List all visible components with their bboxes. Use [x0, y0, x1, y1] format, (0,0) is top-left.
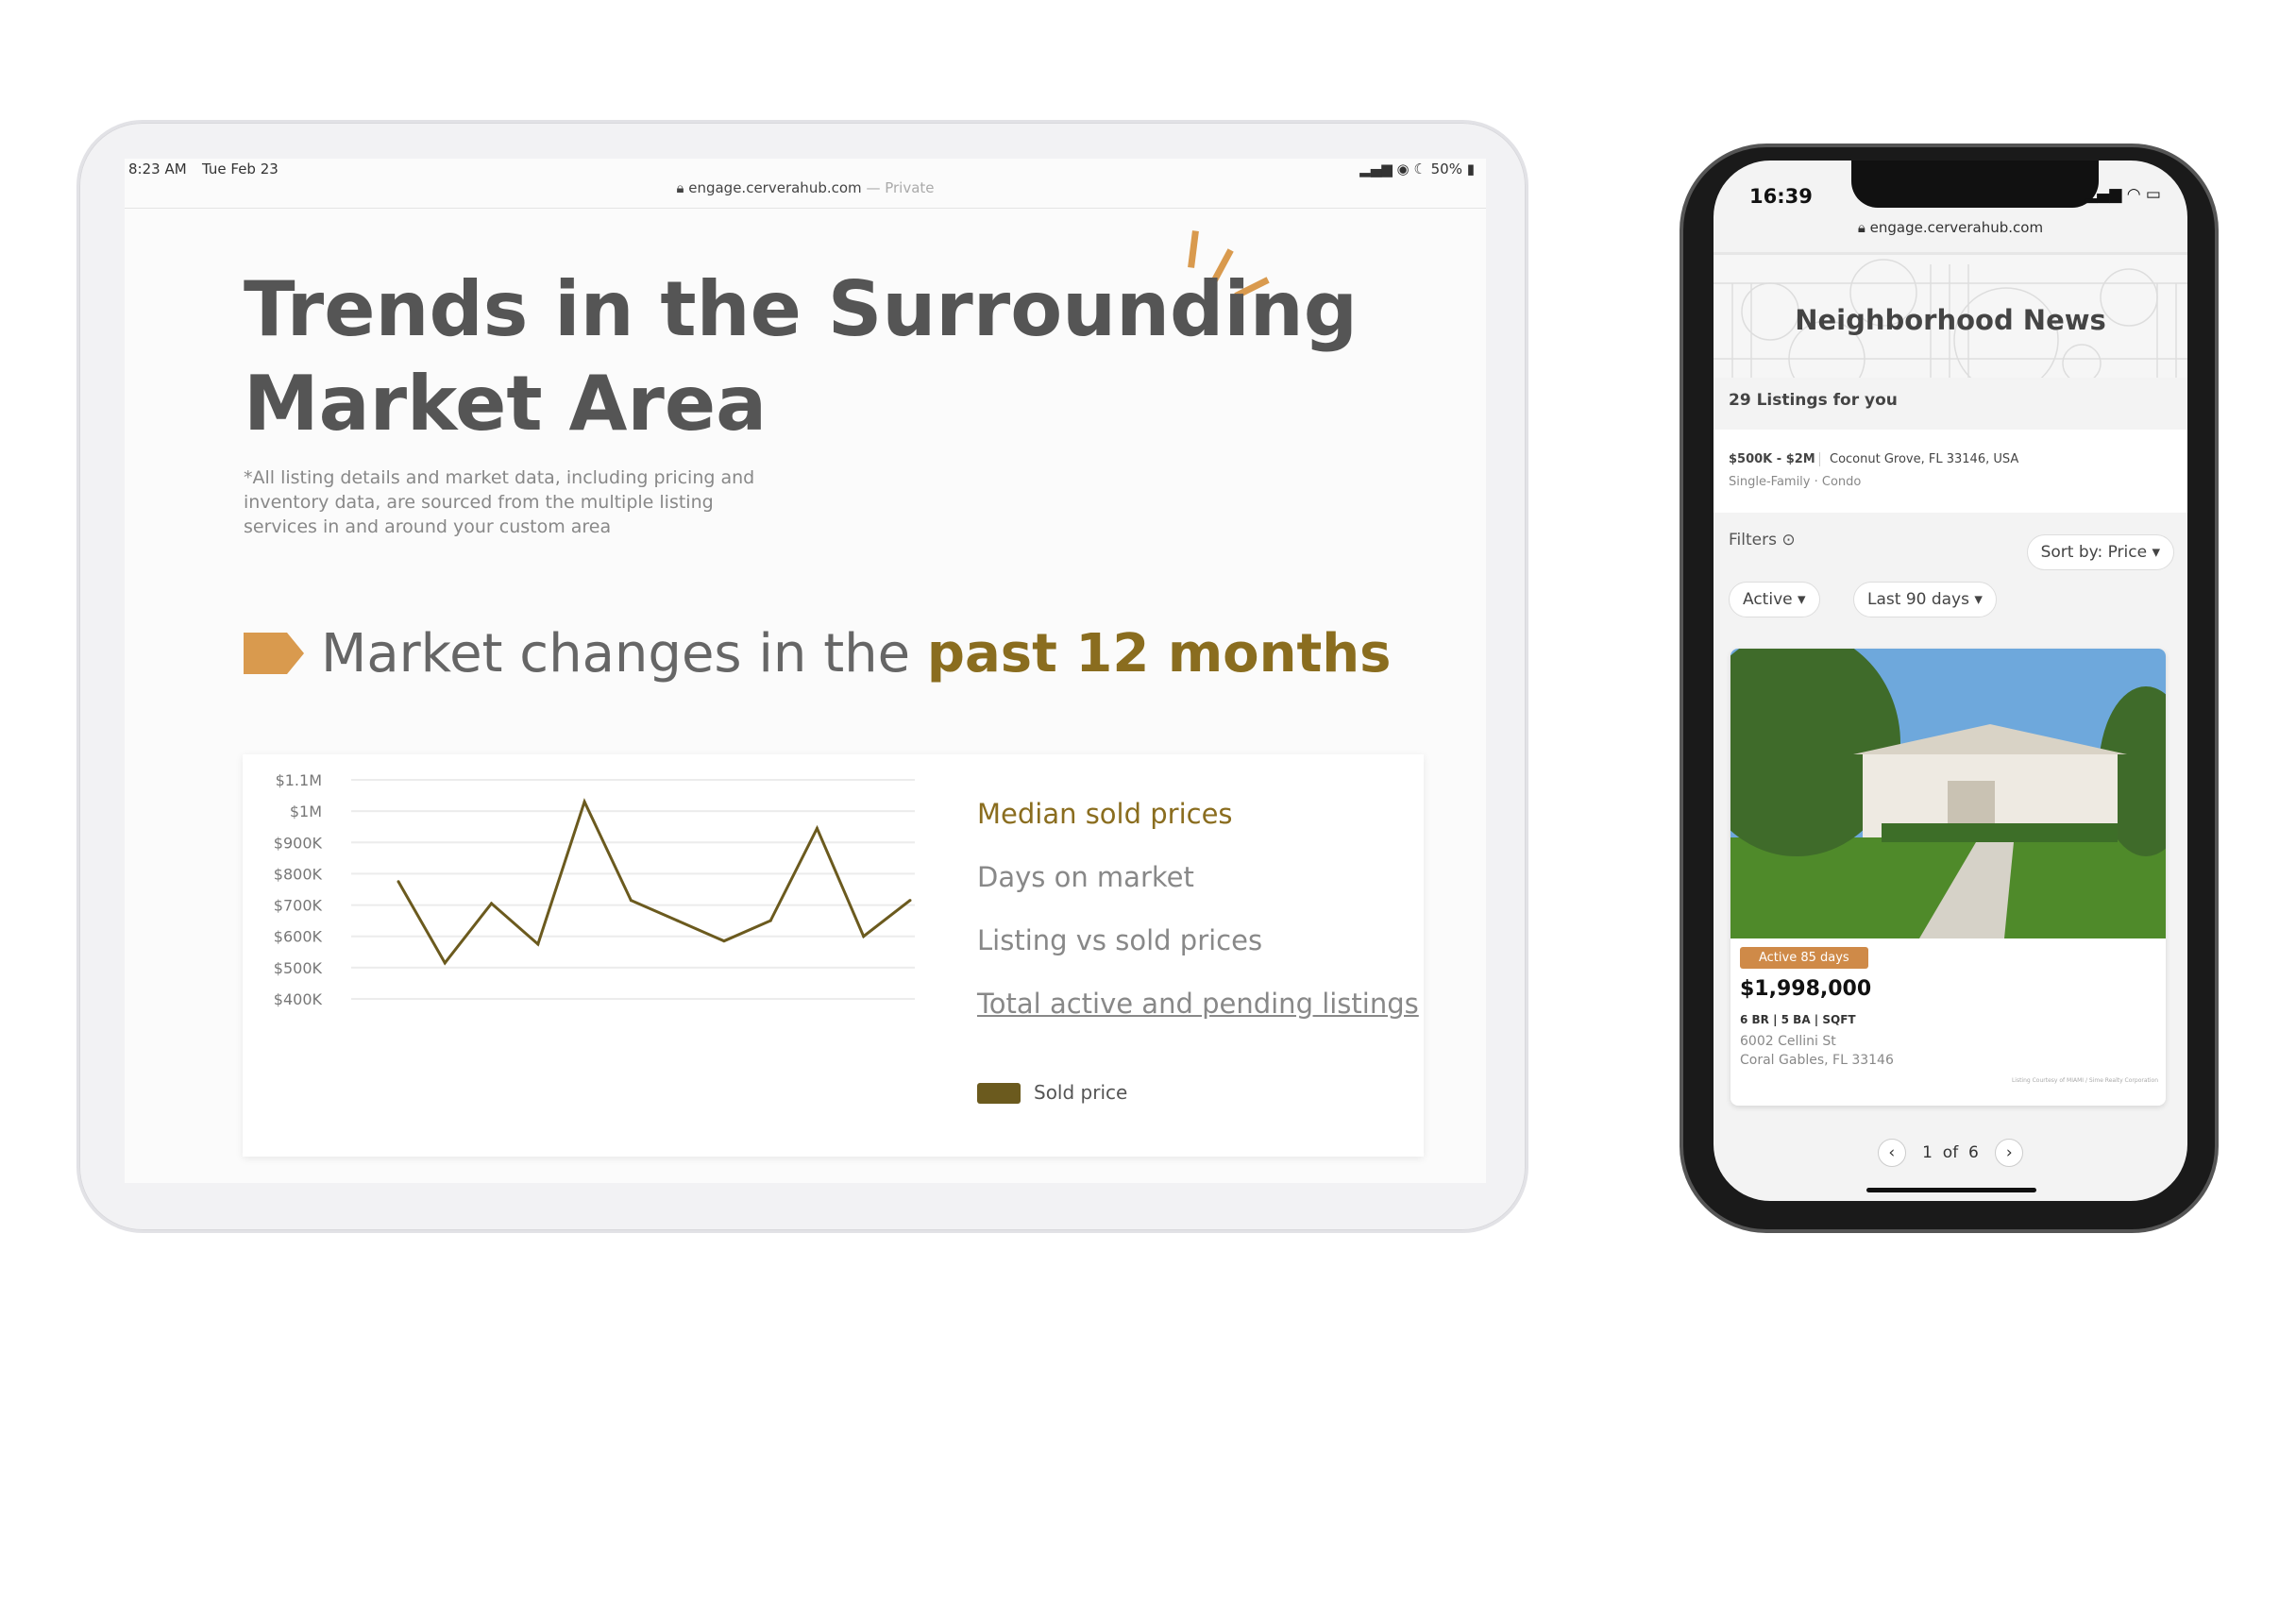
sold-price-line: [397, 798, 911, 966]
y-tick-label: $700K: [274, 897, 323, 915]
tag-icon: [244, 633, 304, 674]
legend-swatch: [977, 1083, 1021, 1104]
metric-median-sold-prices[interactable]: Median sold prices: [977, 798, 1233, 830]
y-tick-label: $500K: [274, 959, 323, 977]
data-point: [582, 800, 586, 803]
battery-status: ▂▄▆ ◉ ☾ 50% ▮: [1359, 161, 1475, 178]
y-tick-label: $1M: [290, 803, 322, 820]
next-page-button[interactable]: ›: [1995, 1139, 2024, 1167]
phone-screen: 16:39 ▂▄▆ ◠ ▭ 🔒︎ engage.cerverahub.com N…: [1714, 161, 2187, 1201]
listing-card[interactable]: Active 85 days $1,998,000 6 BR | 5 BA | …: [1730, 649, 2166, 1106]
status-date: Tue Feb 23: [202, 161, 279, 178]
listing-specs: 6 BR | 5 BA | SQFT: [1740, 1013, 1856, 1026]
pagination: ‹ 1 of 6 ›: [1714, 1139, 2187, 1167]
banner-title: Neighborhood News: [1795, 304, 2106, 336]
banner: Neighborhood News: [1714, 252, 2187, 378]
y-tick-label: $900K: [274, 834, 323, 852]
home-indicator: [1866, 1188, 2036, 1192]
lock-icon: 🔒︎: [1857, 219, 1866, 236]
data-point: [908, 899, 912, 903]
legend-label: Sold price: [1034, 1081, 1128, 1104]
property-types: Single-Family · Condo: [1729, 475, 1862, 489]
search-summary: $500K - $2M Coconut Grove, FL 33146, USA…: [1714, 430, 2187, 513]
date-filter-dropdown[interactable]: Last 90 days ▾: [1853, 582, 1997, 617]
battery-level: 50%: [1430, 161, 1462, 178]
url-bar[interactable]: 🔒︎ engage.cerverahub.com — Private: [125, 179, 1486, 196]
y-tick-label: $1.1M: [276, 771, 322, 789]
data-point: [629, 899, 633, 903]
section-heading: Market changes in the past 12 months: [321, 623, 1392, 685]
listing-photo[interactable]: [1730, 649, 2166, 938]
y-tick-label: $600K: [274, 928, 323, 946]
tablet-screen: 8:23 AM Tue Feb 23 ▂▄▆ ◉ ☾ 50% ▮ 🔒︎ enga…: [125, 159, 1486, 1183]
data-point: [536, 942, 540, 946]
data-point: [490, 902, 494, 905]
phone-signal-wifi-battery-icon: ▂▄▆ ◠ ▭: [2085, 185, 2161, 204]
status-badge: Active 85 days: [1740, 947, 1868, 969]
price-range: $500K - $2M: [1729, 452, 1815, 466]
url-text: engage.cerverahub.com: [688, 179, 862, 196]
metric-listing-vs-sold[interactable]: Listing vs sold prices: [977, 924, 1262, 956]
phone-status-time: 16:39: [1749, 185, 1813, 208]
listing-price: $1,998,000: [1740, 977, 1872, 1001]
listing-courtesy: Listing Courtesy of MIAMI / Sime Realty …: [2011, 1077, 2158, 1084]
filters-toggle[interactable]: Filters ⊙: [1729, 531, 1796, 549]
page-title: Trends in the Surrounding Market Area: [244, 265, 1358, 448]
metric-days-on-market[interactable]: Days on market: [977, 861, 1194, 893]
lock-icon: 🔒︎: [676, 179, 684, 196]
listing-address-line1: 6002 Cellini St: [1740, 1034, 1836, 1049]
prev-page-button[interactable]: ‹: [1877, 1139, 1906, 1167]
sort-dropdown[interactable]: Sort by: Price ▾: [2026, 534, 2174, 570]
phone-notch: [1851, 161, 2099, 208]
status-time: 8:23 AM: [128, 161, 187, 178]
y-tick-label: $400K: [274, 990, 323, 1008]
phone-url-bar[interactable]: 🔒︎ engage.cerverahub.com: [1714, 219, 2187, 236]
sold-price-line-chart: $1.1M$1M$900K$800K$700K$600K$500K$400KFE…: [274, 771, 915, 1008]
phone-url-text: engage.cerverahub.com: [1869, 219, 2044, 236]
data-point: [862, 935, 866, 938]
metric-total-active-pending[interactable]: Total active and pending listings: [977, 988, 1419, 1020]
y-tick-label: $800K: [274, 865, 323, 883]
chevron-down-circle-icon: ⊙: [1781, 531, 1796, 549]
data-point: [722, 939, 726, 943]
listing-address-line2: Coral Gables, FL 33146: [1740, 1053, 1894, 1068]
data-point: [815, 826, 819, 830]
page-indicator: 1 of 6: [1922, 1143, 1979, 1162]
status-filter-dropdown[interactable]: Active ▾: [1729, 582, 1820, 617]
listings-count: 29 Listings for you: [1729, 391, 1898, 410]
chart-card: $1.1M$1M$900K$800K$700K$600K$500K$400KFE…: [243, 754, 1424, 1157]
private-label: — Private: [866, 179, 935, 196]
data-point: [768, 919, 772, 922]
data-disclaimer: *All listing details and market data, in…: [244, 467, 755, 537]
data-point: [443, 961, 447, 965]
data-point: [676, 919, 680, 922]
data-point: [397, 880, 400, 884]
search-location: Coconut Grove, FL 33146, USA: [1819, 452, 2018, 466]
